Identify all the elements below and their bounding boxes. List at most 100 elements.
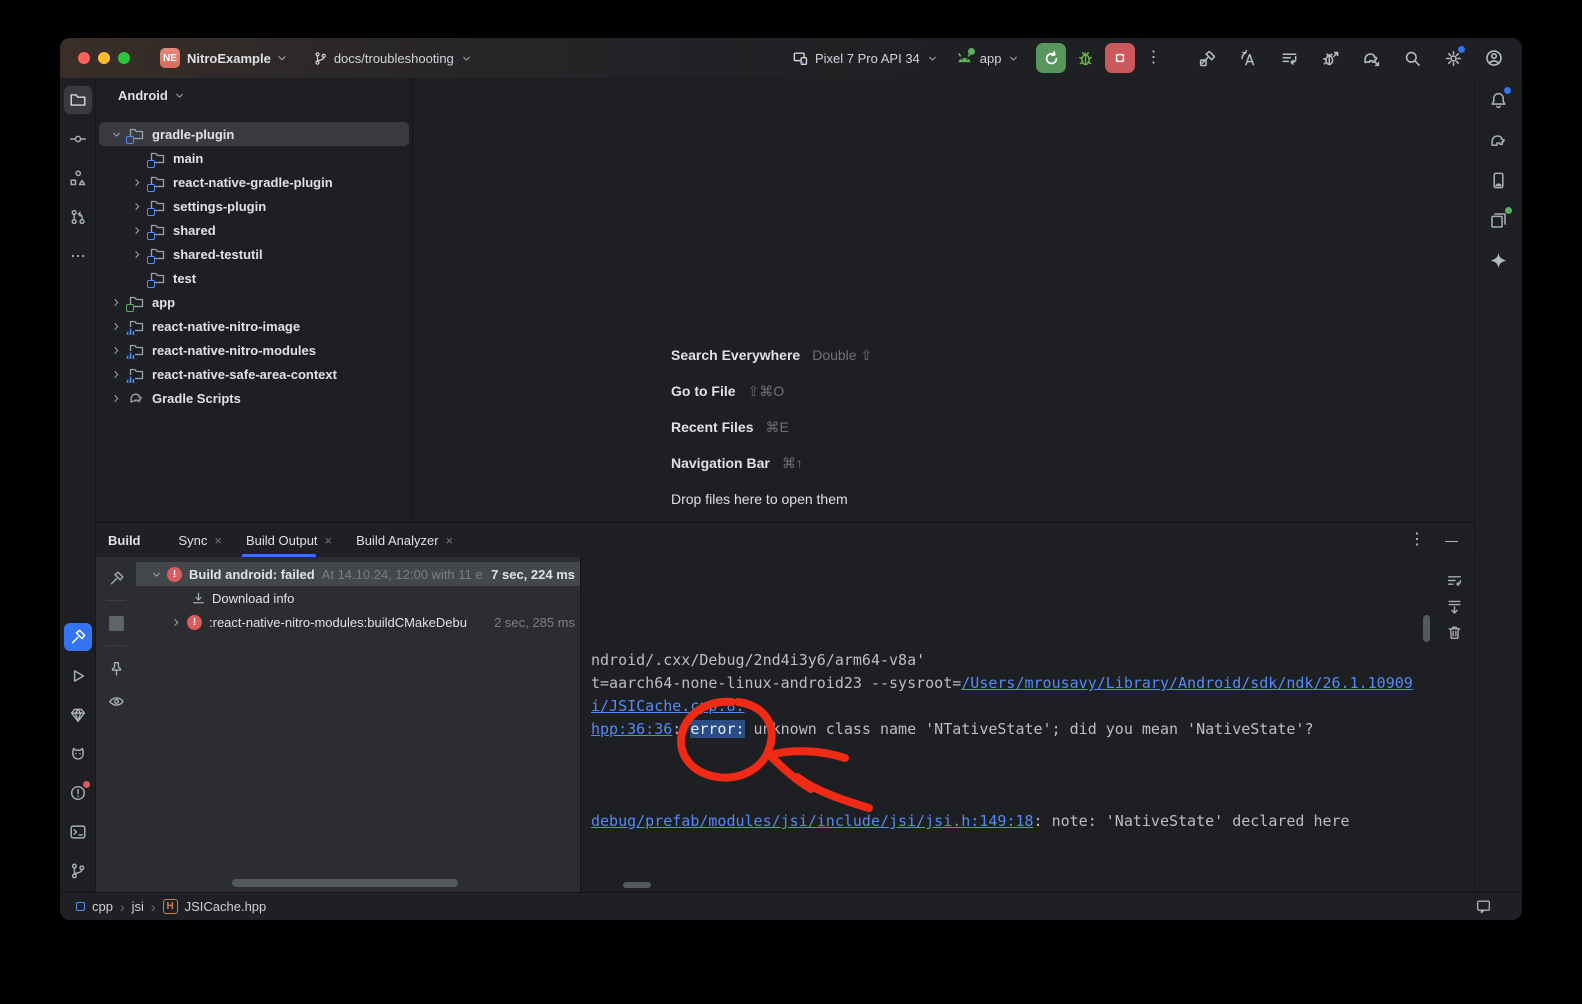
vcs-branch-widget[interactable]: docs/troubleshooting xyxy=(313,51,473,66)
pin-tab-icon[interactable] xyxy=(103,655,129,681)
zoom-window-button[interactable] xyxy=(118,52,130,64)
scroll-to-end-icon[interactable] xyxy=(1443,595,1465,617)
problems-tool-button[interactable] xyxy=(64,779,92,807)
profile-icon[interactable] xyxy=(1484,48,1504,68)
chevron-right-icon[interactable] xyxy=(129,222,145,238)
project-selector-label[interactable]: NitroExample xyxy=(187,51,271,66)
settings-icon[interactable] xyxy=(1443,48,1463,68)
chevron-right-icon[interactable] xyxy=(129,198,145,214)
horizontal-scrollbar[interactable] xyxy=(232,879,458,887)
clear-all-icon[interactable] xyxy=(1443,621,1465,643)
tree-item-react-native-nitro-modules[interactable]: react-native-nitro-modules xyxy=(96,338,412,362)
breadcrumb[interactable]: JSICache.hpp xyxy=(185,899,267,914)
tree-item-shared[interactable]: shared xyxy=(96,218,412,242)
chevron-right-icon[interactable] xyxy=(129,174,145,190)
chevron-right-icon[interactable] xyxy=(108,318,124,334)
more-actions-icon[interactable]: ⋮ xyxy=(1145,50,1161,66)
tree-item-main[interactable]: main xyxy=(96,146,412,170)
chevron-right-icon[interactable] xyxy=(108,342,124,358)
app-quality-insights-tool-button[interactable] xyxy=(64,701,92,729)
options-menu-icon[interactable]: ⋮ xyxy=(1409,532,1425,548)
restart-build-icon[interactable] xyxy=(103,565,129,591)
tree-item-shared-testutil[interactable]: shared-testutil xyxy=(96,242,412,266)
logcat-tool-button[interactable] xyxy=(64,740,92,768)
notifications-button[interactable] xyxy=(1485,86,1513,114)
chevron-down-icon[interactable] xyxy=(275,51,289,65)
build-root-node[interactable]: ! Build android: failed At 14.10.24, 12:… xyxy=(136,562,580,586)
horizontal-scrollbar[interactable] xyxy=(623,882,651,888)
chevron-right-icon[interactable] xyxy=(129,246,145,262)
chevron-right-icon[interactable] xyxy=(168,614,184,630)
build-variants-icon[interactable] xyxy=(1279,48,1299,68)
build-panel-actions: ⋮ — xyxy=(1409,532,1458,548)
chevron-right-icon[interactable] xyxy=(108,366,124,382)
library-folder-icon xyxy=(128,318,145,334)
chevron-right-icon[interactable] xyxy=(108,294,124,310)
tab-sync[interactable]: Sync × xyxy=(167,523,235,557)
settings-notification-dot xyxy=(1458,46,1465,53)
console-file-link[interactable]: i/JSICache.cpp:8: xyxy=(591,697,745,715)
module-icon xyxy=(76,902,85,911)
terminal-tool-button[interactable] xyxy=(64,818,92,846)
search-everywhere-icon[interactable] xyxy=(1402,48,1422,68)
rerun-button[interactable] xyxy=(1036,43,1066,73)
version-control-tool-button[interactable] xyxy=(64,857,92,885)
more-tool-windows-button[interactable] xyxy=(64,242,92,270)
vertical-scrollbar[interactable] xyxy=(1423,615,1430,642)
tree-item-react-native-nitro-image[interactable]: react-native-nitro-image xyxy=(96,314,412,338)
notification-dot xyxy=(1504,87,1511,94)
hide-panel-icon[interactable]: — xyxy=(1445,533,1458,548)
tree-item-test[interactable]: test xyxy=(96,266,412,290)
breadcrumb[interactable]: cpp xyxy=(92,899,113,914)
console-file-link[interactable]: debug/prefab/modules/jsi/include/jsi/jsi… xyxy=(591,812,1034,830)
close-icon[interactable]: × xyxy=(325,533,333,548)
chevron-down-icon xyxy=(926,52,939,65)
soft-wrap-icon[interactable] xyxy=(1443,569,1465,591)
running-devices-button[interactable] xyxy=(1485,206,1513,234)
close-icon[interactable]: × xyxy=(446,533,454,548)
gemini-button[interactable] xyxy=(1485,246,1513,274)
pull-requests-tool-button[interactable] xyxy=(64,203,92,231)
gradle-elephant-icon xyxy=(128,390,145,406)
device-selector[interactable]: Pixel 7 Pro API 34 xyxy=(792,50,939,67)
close-window-button[interactable] xyxy=(78,52,90,64)
console-file-link[interactable]: /Users/mrousavy/Library/Android/sdk/ndk/… xyxy=(961,674,1413,692)
tree-item-react-native-gradle-plugin[interactable]: react-native-gradle-plugin xyxy=(96,170,412,194)
build-project-icon[interactable] xyxy=(1197,48,1217,68)
build-tool-button[interactable] xyxy=(64,623,92,651)
build-panel-title[interactable]: Build xyxy=(108,533,141,548)
tab-build-output[interactable]: Build Output × xyxy=(234,523,344,557)
build-node-task[interactable]: ! :react-native-nitro-modules:buildCMake… xyxy=(136,610,580,634)
apply-changes-icon[interactable] xyxy=(1238,48,1258,68)
branch-name: docs/troubleshooting xyxy=(334,51,454,66)
close-icon[interactable]: × xyxy=(214,533,222,548)
chevron-right-icon[interactable] xyxy=(108,390,124,406)
structure-tool-button[interactable] xyxy=(64,164,92,192)
chevron-down-icon[interactable] xyxy=(108,126,124,142)
project-view-selector[interactable]: Android xyxy=(96,78,412,112)
device-manager-button[interactable] xyxy=(1485,166,1513,194)
debug-button[interactable] xyxy=(1076,49,1095,68)
tab-build-analyzer[interactable]: Build Analyzer × xyxy=(344,523,465,557)
commit-tool-button[interactable] xyxy=(64,125,92,153)
notifications-bubble-icon[interactable] xyxy=(1475,898,1492,915)
run-tool-button[interactable] xyxy=(64,662,92,690)
tree-item-settings-plugin[interactable]: settings-plugin xyxy=(96,194,412,218)
tree-item-gradle-scripts[interactable]: Gradle Scripts xyxy=(96,386,412,410)
profiler-icon[interactable] xyxy=(1320,48,1340,68)
console-file-link[interactable]: hpp:36:36 xyxy=(591,720,672,738)
breadcrumb[interactable]: jsi xyxy=(132,899,144,914)
chevron-down-icon[interactable] xyxy=(148,566,164,582)
build-node-download-info[interactable]: Download info xyxy=(136,586,580,610)
minimize-window-button[interactable] xyxy=(98,52,110,64)
run-configuration-selector[interactable]: app xyxy=(955,49,1021,68)
titlebar: NE NitroExample docs/troubleshooting Pix… xyxy=(60,38,1522,78)
tree-item-gradle-plugin[interactable]: gradle-plugin xyxy=(99,122,409,146)
tree-item-react-native-safe-area-context[interactable]: react-native-safe-area-context xyxy=(96,362,412,386)
stop-button[interactable] xyxy=(1105,43,1135,73)
project-tool-button[interactable] xyxy=(64,86,92,114)
gradle-tool-button[interactable] xyxy=(1485,126,1513,154)
view-options-icon[interactable] xyxy=(103,688,129,714)
tree-item-app[interactable]: app xyxy=(96,290,412,314)
gradle-sync-icon[interactable] xyxy=(1361,48,1381,68)
